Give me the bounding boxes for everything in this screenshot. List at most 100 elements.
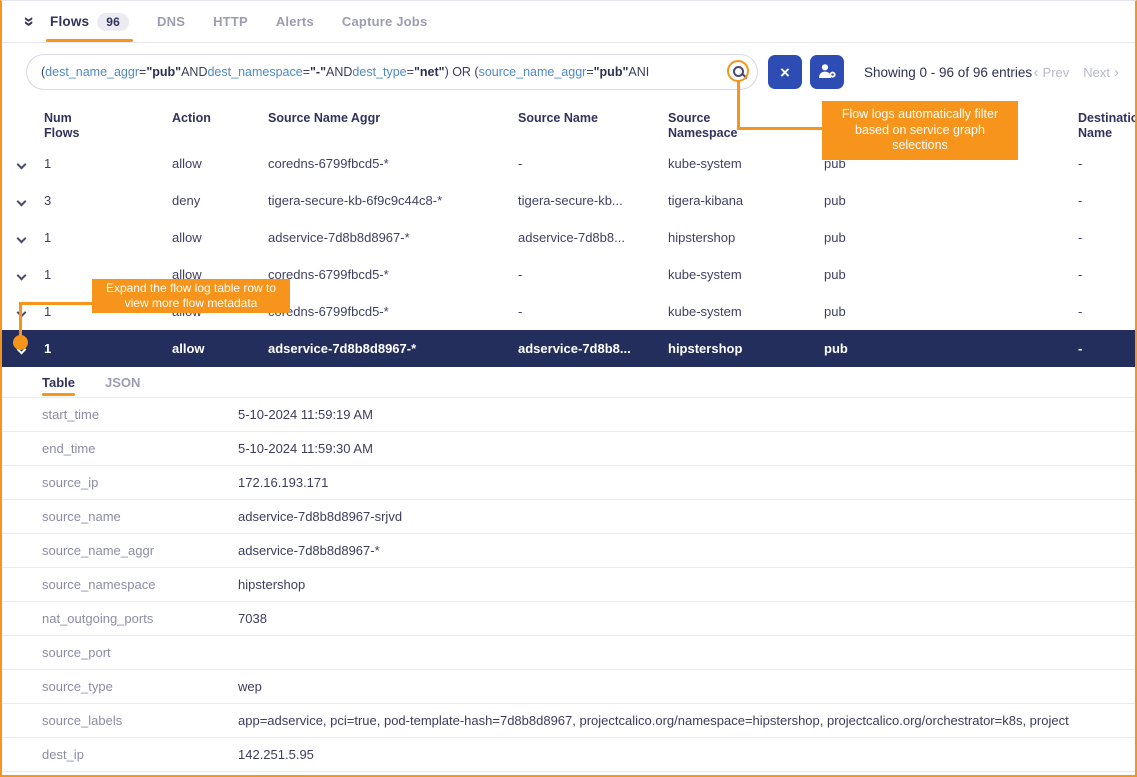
next-page-button[interactable]: Next › — [1083, 64, 1119, 81]
detail-tab-table[interactable]: Table — [42, 375, 75, 396]
detail-field-row: source_namespacehipstershop — [2, 568, 1135, 602]
tab-alerts[interactable]: Alerts — [276, 1, 314, 42]
cell-source-name: - — [518, 304, 668, 319]
field-key: start_time — [42, 407, 238, 422]
cell-dest-name: - — [1078, 341, 1135, 356]
cell-source-name-aggr: coredns-6799fbcd5-* — [268, 156, 518, 171]
filter-query-input[interactable]: (dest_name_aggr = "pub" AND dest_namespa… — [26, 54, 758, 90]
callout-leader-line — [19, 302, 92, 305]
cell-source-name: - — [518, 267, 668, 282]
column-header-num-flows[interactable]: Num Flows — [44, 111, 172, 141]
cell-source-namespace: kube-system — [668, 304, 824, 319]
expand-chevron-icon[interactable] — [16, 156, 44, 171]
query-segment: = — [303, 65, 310, 79]
column-header-action[interactable]: Action — [172, 111, 268, 126]
detail-tabs: Table JSON — [2, 367, 1135, 397]
tab-label: Alerts — [276, 14, 314, 29]
query-segment: AND — [181, 65, 207, 79]
query-segment: dest_name_aggr — [45, 65, 139, 79]
tab-flows[interactable]: Flows96 — [50, 1, 129, 42]
cell-dest-name: - — [1078, 267, 1135, 282]
flow-row[interactable]: 3denytigera-secure-kb-6f9c9c44c8-*tigera… — [2, 182, 1135, 219]
field-value: hipstershop — [238, 577, 1135, 592]
prev-page-button[interactable]: ‹ Prev — [1034, 64, 1070, 81]
expand-chevron-icon[interactable] — [16, 267, 44, 282]
column-header-source-name[interactable]: Source Name — [518, 111, 668, 126]
collapse-panel-button[interactable]: » — [24, 1, 34, 42]
detail-field-row: end_time5-10-2024 11:59:30 AM — [2, 432, 1135, 466]
cell-dest-name: - — [1078, 156, 1135, 171]
field-value: adservice-7d8b8d8967-srjvd — [238, 509, 1135, 524]
cell-source-namespace: hipstershop — [668, 341, 824, 356]
detail-field-row: source_nameadservice-7d8b8d8967-srjvd — [2, 500, 1135, 534]
user-gear-icon — [817, 62, 837, 83]
tab-http[interactable]: HTTP — [213, 1, 248, 42]
tab-label: Flows — [50, 14, 89, 29]
cell-dest-name-aggr: pub — [824, 304, 1078, 319]
detail-field-row: source_name_aggradservice-7d8b8d8967-* — [2, 534, 1135, 568]
detail-field-row: source_labelsapp=adservice, pci=true, po… — [2, 704, 1135, 738]
flow-detail-section: Table JSON start_time5-10-2024 11:59:19 A… — [2, 367, 1135, 772]
double-chevron-down-icon: » — [19, 16, 40, 26]
query-segment: AND — [326, 65, 352, 79]
showing-entries-text: Showing 0 - 96 of 96 entries — [864, 65, 1032, 80]
query-segment: = — [586, 65, 593, 79]
query-segment: = — [139, 65, 146, 79]
cell-num-flows: 3 — [44, 193, 172, 208]
query-segment: source_name_aggr — [479, 65, 587, 79]
column-header-dest-name[interactable]: Destination Name — [1078, 111, 1135, 141]
flow-row[interactable]: 1allowadservice-7d8b8d8967-*adservice-7d… — [2, 219, 1135, 256]
field-value: 172.16.193.171 — [238, 475, 1135, 490]
detail-field-row: source_port — [2, 636, 1135, 670]
cell-source-name: adservice-7d8b8... — [518, 230, 668, 245]
cell-source-name-aggr: adservice-7d8b8d8967-* — [268, 341, 518, 356]
field-key: source_type — [42, 679, 238, 694]
expand-chevron-icon[interactable] — [16, 230, 44, 245]
query-segment: ) OR ( — [445, 65, 479, 79]
next-label: Next — [1083, 65, 1110, 80]
expand-chevron-icon[interactable] — [16, 193, 44, 208]
user-settings-button[interactable] — [810, 55, 844, 89]
flow-row[interactable]: 1allowadservice-7d8b8d8967-*adservice-7d… — [2, 330, 1135, 367]
detail-field-row: source_typewep — [2, 670, 1135, 704]
tab-capture-jobs[interactable]: Capture Jobs — [342, 1, 427, 42]
field-key: source_port — [42, 645, 238, 660]
pagination: ‹ Prev Next › — [1034, 64, 1121, 81]
cell-action: allow — [172, 341, 268, 356]
cell-dest-name-aggr: pub — [824, 193, 1078, 208]
cell-source-name: - — [518, 156, 668, 171]
clear-filter-button[interactable]: × — [768, 55, 802, 89]
flow-logs-panel: » Flows96 DNS HTTP Alerts Capture Jobs (dest… — [0, 0, 1137, 777]
chevron-right-icon: › — [1114, 64, 1119, 81]
detail-fields: start_time5-10-2024 11:59:19 AMend_time5… — [2, 397, 1135, 772]
query-segment: "-" — [310, 65, 326, 79]
field-value: 5-10-2024 11:59:30 AM — [238, 441, 1135, 456]
field-value: 7038 — [238, 611, 1135, 626]
column-header-source-namespace[interactable]: Source Namespace — [668, 111, 824, 141]
field-value: wep — [238, 679, 1135, 694]
column-header-source-name-aggr[interactable]: Source Name Aggr — [268, 111, 518, 126]
tab-label: DNS — [157, 14, 185, 29]
cell-dest-name-aggr: pub — [824, 230, 1078, 245]
cell-source-name-aggr: tigera-secure-kb-6f9c9c44c8-* — [268, 193, 518, 208]
cell-source-name-aggr: coredns-6799fbcd5-* — [268, 304, 518, 319]
cell-source-namespace: kube-system — [668, 156, 824, 171]
query-segment: ANI — [628, 65, 649, 79]
detail-field-row: start_time5-10-2024 11:59:19 AM — [2, 398, 1135, 432]
cell-dest-name-aggr: pub — [824, 341, 1078, 356]
field-key: source_name_aggr — [42, 543, 238, 558]
cell-source-name-aggr: adservice-7d8b8d8967-* — [268, 230, 518, 245]
field-key: source_namespace — [42, 577, 238, 592]
query-segment: "net" — [414, 65, 445, 79]
detail-tab-json[interactable]: JSON — [105, 375, 140, 396]
chevron-left-icon: ‹ — [1034, 64, 1039, 81]
query-segment: = — [407, 65, 414, 79]
detail-field-row: source_ip172.16.193.171 — [2, 466, 1135, 500]
cell-num-flows: 1 — [44, 156, 172, 171]
filter-tip-callout: Flow logs automatically filter based on … — [822, 101, 1018, 160]
field-value: adservice-7d8b8d8967-* — [238, 543, 1135, 558]
tab-dns[interactable]: DNS — [157, 1, 185, 42]
cell-dest-name-aggr: pub — [824, 267, 1078, 282]
expand-tip-callout: Expand the flow log table row to view mo… — [92, 279, 290, 313]
field-value: app=adservice, pci=true, pod-template-ha… — [238, 713, 1135, 728]
